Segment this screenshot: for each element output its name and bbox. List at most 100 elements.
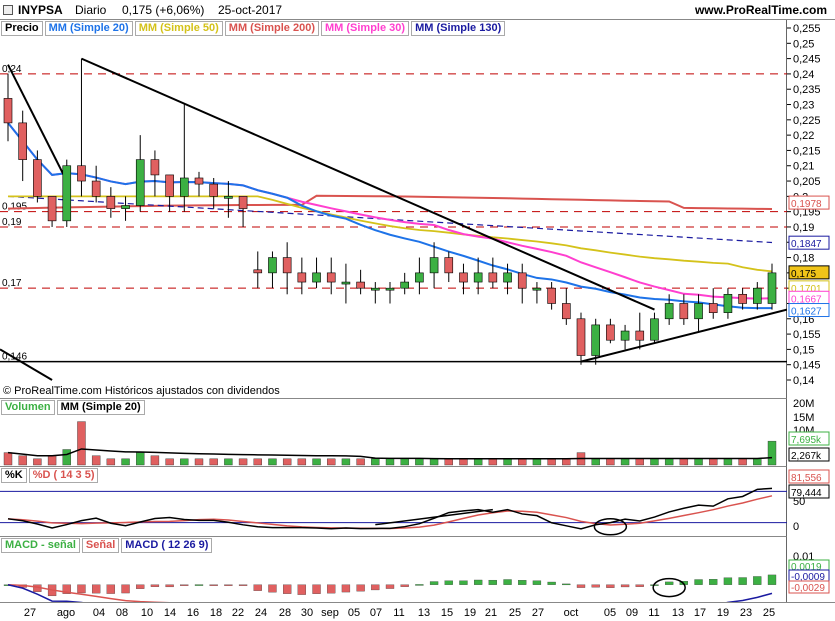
candle-body <box>532 287 542 291</box>
macd-histogram-bar <box>767 574 777 585</box>
price-tag: 0,1701 <box>791 284 822 295</box>
legend-signal[interactable]: Señal <box>81 538 120 553</box>
x-tick-label: 27 <box>24 607 36 619</box>
price-tick-label: 0,17 <box>793 283 814 295</box>
volume-bar <box>18 455 27 466</box>
candle-body <box>47 196 57 222</box>
macd-histogram-bar <box>591 584 600 588</box>
macd-histogram-bar <box>165 584 174 588</box>
legend-mm30[interactable]: MM (Simple 30) <box>320 21 410 36</box>
legend-k[interactable]: %K <box>1 468 27 483</box>
x-tick-label: 17 <box>694 607 706 619</box>
macd-histogram-bar <box>341 584 351 593</box>
price-tick-label: 0,18 <box>793 253 814 265</box>
price-legend: Precio MM (Simple 20) MM (Simple 50) MM … <box>1 21 507 36</box>
candle-body <box>488 272 498 283</box>
volume-bar <box>150 455 160 466</box>
candle-body <box>356 281 365 289</box>
price-tick-label: 0,165 <box>793 298 821 310</box>
candle-body <box>635 330 645 341</box>
macd-histogram-bar <box>312 584 321 594</box>
macd-legend: MACD - señal Señal MACD ( 12 26 9) <box>1 538 214 553</box>
legend-d[interactable]: %D ( 14 3 5) <box>28 468 99 483</box>
legend-macd-signal[interactable]: MACD - señal <box>1 538 80 553</box>
chart-header: INYPSA Diario 0,175 (+6,06%) 25-oct-2017… <box>0 0 835 20</box>
stoch-tag: 79,444 <box>791 488 822 499</box>
volume-bar <box>224 458 233 466</box>
legend-price[interactable]: Precio <box>1 21 43 36</box>
price-tag: 0,1667 <box>791 294 822 305</box>
macd-histogram-bar <box>238 584 248 586</box>
volume-bar <box>532 458 542 466</box>
candle-body <box>547 287 556 304</box>
price-tick-label: 0,195 <box>793 207 821 219</box>
candle-body <box>503 272 512 283</box>
stoch-tag-box <box>788 469 830 484</box>
candle-body <box>297 272 307 283</box>
candle-body <box>723 293 733 313</box>
volume-mm20-line <box>7 448 773 460</box>
x-tick-label: 09 <box>626 607 638 619</box>
candle-body <box>194 177 204 185</box>
x-tick-label: 28 <box>279 607 291 619</box>
volume-bar <box>562 458 571 466</box>
chart-icon[interactable] <box>3 5 13 15</box>
legend-macd[interactable]: MACD ( 12 26 9) <box>121 538 213 553</box>
volume-bar <box>121 458 130 466</box>
legend-volume[interactable]: Volumen <box>1 400 55 415</box>
candle-body <box>91 180 101 197</box>
volume-bar <box>165 458 174 466</box>
volume-bar <box>679 458 689 466</box>
price-tick-label: 0,145 <box>793 360 821 372</box>
macd-histogram-bar <box>444 580 453 585</box>
x-tick-label: 19 <box>464 607 476 619</box>
x-tick-label: 07 <box>370 607 382 619</box>
price-tick-label: 0,215 <box>793 145 821 157</box>
candle-body <box>664 303 674 320</box>
x-tick-label: 13 <box>418 607 430 619</box>
macd-histogram-bar <box>709 579 718 585</box>
volume-tag: 2,267k <box>791 451 822 462</box>
candle-body <box>312 272 321 283</box>
macd-histogram-bar <box>429 581 439 585</box>
mm30-line <box>7 122 773 300</box>
legend-vol-mm20[interactable]: MM (Simple 20) <box>56 400 145 415</box>
macd-histogram-bar <box>194 584 204 586</box>
volume-bar <box>356 458 365 466</box>
price-tick-label: 0,22 <box>793 130 814 142</box>
macd-tag-box <box>788 580 830 594</box>
x-tick-label: 25 <box>763 607 775 619</box>
stoch-tick-label: 50 <box>793 496 805 508</box>
volume-bar <box>444 458 453 466</box>
price-tick-label: 0,235 <box>793 84 821 96</box>
macd-histogram-bar <box>297 584 306 595</box>
legend-mm130[interactable]: MM (Simple 130) <box>411 21 506 36</box>
volume-tick-label: 15M <box>793 412 814 424</box>
candle-body <box>180 177 189 197</box>
macd-histogram-bar <box>106 584 115 594</box>
price-tick-label: 0,255 <box>793 23 821 35</box>
candle-body <box>121 205 130 209</box>
volume-bar <box>136 452 145 466</box>
volume-bar <box>47 455 57 466</box>
macd-histogram-bar <box>518 580 527 585</box>
volume-bar <box>753 458 762 466</box>
macd-histogram-bar <box>77 584 86 594</box>
price-tag: 0,175 <box>791 269 816 280</box>
level-label: 0,17 <box>2 278 22 289</box>
macd-histogram-bar <box>620 584 630 588</box>
x-tick-label: 13 <box>672 607 684 619</box>
candle-body <box>429 257 439 274</box>
legend-mm20[interactable]: MM (Simple 20) <box>44 21 133 36</box>
x-tick-label: 14 <box>164 607 176 619</box>
site-url[interactable]: www.ProRealTime.com <box>695 3 827 17</box>
x-axis-labels: 27 ago 04 08 10 14 16 18 22 24 28 30 sep 05 07 11 13 15 19… <box>24 607 775 619</box>
macd-histogram-bar <box>547 581 556 585</box>
candle-body <box>62 165 72 222</box>
macd-histogram-bar <box>415 584 424 586</box>
legend-mm50[interactable]: MM (Simple 50) <box>134 21 223 36</box>
volume-bar <box>620 458 630 466</box>
volume-tick-label: 10M <box>793 425 814 437</box>
legend-mm200[interactable]: MM (Simple 200) <box>224 21 319 36</box>
macd-histogram-bar <box>606 584 615 588</box>
